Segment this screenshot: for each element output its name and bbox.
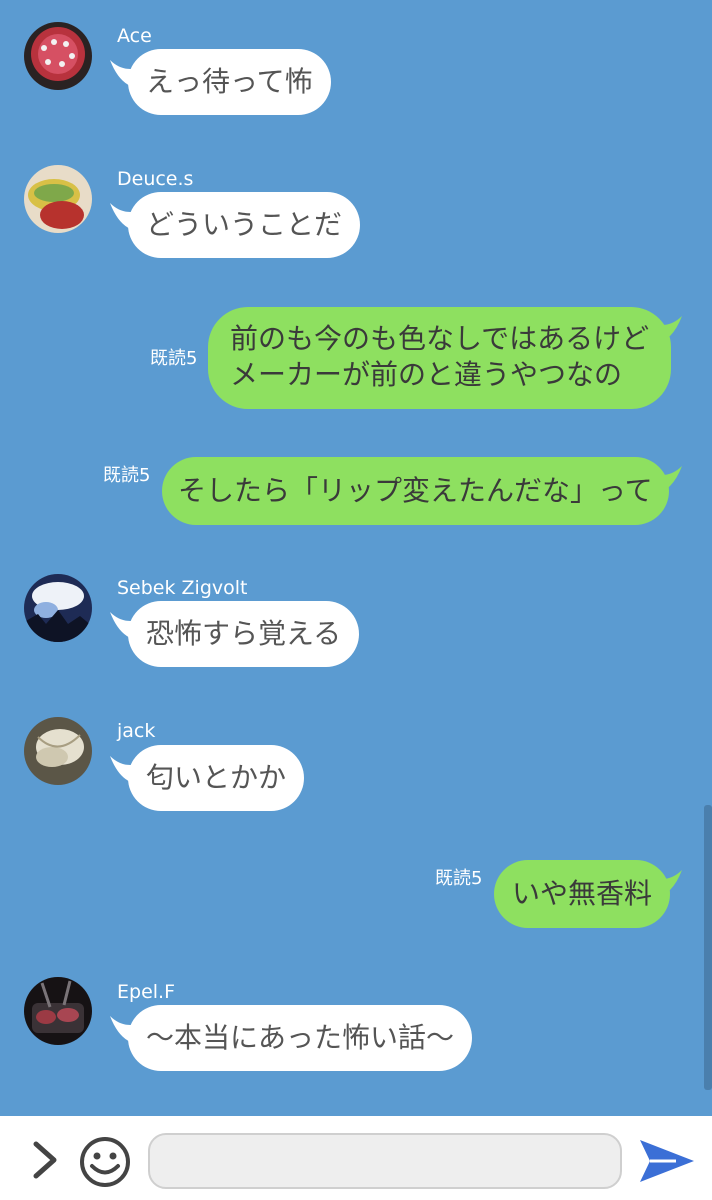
sender-name: Sebek Zigvolt <box>117 577 248 599</box>
read-receipt: 既読5 <box>103 465 151 486</box>
sender-name: Ace <box>117 25 152 47</box>
message-line: 前のも今のも色なしではあるけど <box>230 322 650 355</box>
avatar-epel[interactable] <box>24 977 92 1045</box>
read-receipt: 既読5 <box>150 348 198 369</box>
avatar-deuce[interactable] <box>24 165 92 233</box>
chevron-right-icon[interactable] <box>28 1138 62 1182</box>
chat-timeline[interactable]: Ace えっ待って怖 Deuce.s どういうことだ 既読5 前のも今のも色なし… <box>0 0 712 1116</box>
message-bubble[interactable]: 匂いとかか <box>128 745 305 811</box>
avatar-sebek[interactable] <box>24 574 92 642</box>
send-arrow-icon[interactable] <box>636 1136 696 1186</box>
smiley-icon[interactable] <box>78 1135 132 1189</box>
avatar-jack[interactable] <box>24 717 92 785</box>
message-line: メーカーが前のと違うやつなの <box>230 358 623 391</box>
message-bubble[interactable]: いや無香料 <box>494 860 671 928</box>
avatar-ace[interactable] <box>24 22 92 90</box>
message-bubble[interactable]: 〜本当にあった怖い話〜 <box>128 1005 473 1071</box>
sender-name: Epel.F <box>117 981 176 1003</box>
message-bubble[interactable]: 恐怖すら覚える <box>128 601 360 667</box>
message-input[interactable] <box>148 1133 622 1189</box>
read-receipt: 既読5 <box>435 868 483 889</box>
message-bubble[interactable]: そしたら「リップ変えたんだな」って <box>162 457 669 525</box>
message-bubble[interactable]: 前のも今のも色なしではあるけど メーカーが前のと違うやつなの <box>208 307 672 409</box>
scrollbar[interactable] <box>704 805 712 1090</box>
sender-name: Deuce.s <box>117 168 194 190</box>
message-bubble[interactable]: えっ待って怖 <box>128 49 331 115</box>
sender-name: jack <box>117 720 156 742</box>
message-bubble[interactable]: どういうことだ <box>128 192 361 258</box>
